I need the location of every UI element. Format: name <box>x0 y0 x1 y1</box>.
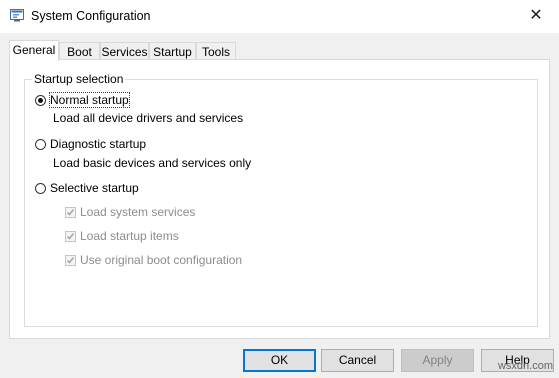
load-startup-items-checkbox[interactable] <box>65 231 76 242</box>
tab-label: Tools <box>201 45 230 59</box>
normal-startup-description: Load all device drivers and services <box>53 111 244 125</box>
diagnostic-startup-radio[interactable] <box>35 139 46 150</box>
window-title: System Configuration <box>31 9 151 23</box>
normal-startup-label[interactable]: Normal startup <box>49 92 130 108</box>
tab-label: Services <box>101 45 148 59</box>
selective-startup-label[interactable]: Selective startup <box>50 181 139 195</box>
tab-label: Boot <box>67 45 92 59</box>
radio-selected-dot <box>38 98 43 103</box>
tab-label: General <box>12 43 56 57</box>
checkmark-icon <box>67 257 75 264</box>
general-tab-panel: Startup selection Normal startup Load al… <box>9 59 550 339</box>
load-system-services-label: Load system services <box>80 205 196 219</box>
tab-boot[interactable]: Boot <box>59 42 100 60</box>
close-button[interactable]: ✕ <box>513 0 559 33</box>
load-system-services-checkbox[interactable] <box>65 207 76 218</box>
selective-startup-radio[interactable] <box>35 183 46 194</box>
msconfig-icon <box>10 9 24 22</box>
normal-startup-radio[interactable] <box>35 95 46 106</box>
startup-selection-group: Startup selection Normal startup Load al… <box>24 72 538 327</box>
diagnostic-startup-label[interactable]: Diagnostic startup <box>50 137 146 151</box>
close-icon: ✕ <box>529 7 543 24</box>
group-label: Startup selection <box>32 72 126 86</box>
apply-button[interactable]: Apply <box>401 349 474 372</box>
tab-tools[interactable]: Tools <box>196 42 236 60</box>
use-original-boot-config-checkbox[interactable] <box>65 255 76 266</box>
tab-services[interactable]: Services <box>100 42 149 60</box>
diagnostic-startup-description: Load basic devices and services only <box>53 156 252 170</box>
load-startup-items-label: Load startup items <box>80 229 179 243</box>
checkmark-icon <box>67 233 75 240</box>
cancel-button[interactable]: Cancel <box>321 349 394 372</box>
title-bar: System Configuration ✕ <box>0 0 559 33</box>
checkmark-icon <box>67 209 75 216</box>
tab-startup[interactable]: Startup <box>149 42 196 60</box>
tab-label: Startup <box>153 45 192 59</box>
ok-button[interactable]: OK <box>243 349 316 372</box>
use-original-boot-config-label: Use original boot configuration <box>80 253 243 267</box>
watermark: wsxdn.com <box>497 360 553 372</box>
tab-general[interactable]: General <box>9 40 59 61</box>
